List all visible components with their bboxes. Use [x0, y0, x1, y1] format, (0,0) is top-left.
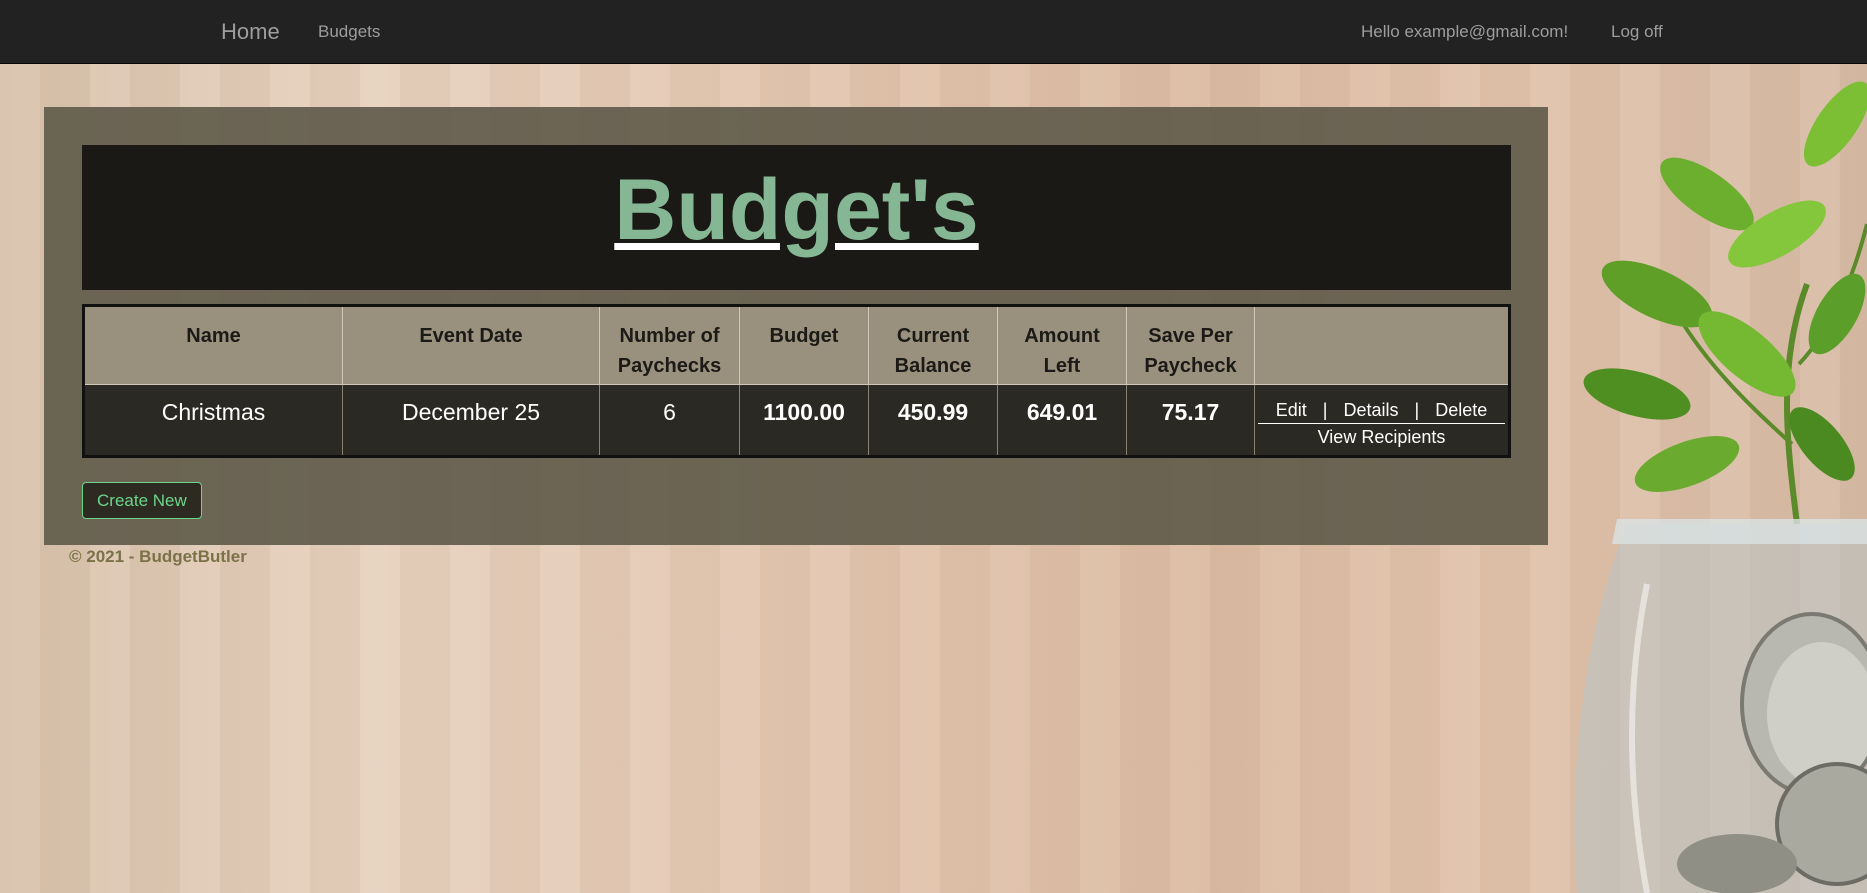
header-budget: Budget: [739, 305, 869, 385]
header-current-balance: Current Balance: [868, 305, 998, 385]
title-banner: Budget's: [82, 145, 1511, 290]
details-link[interactable]: Details: [1327, 400, 1414, 420]
row-actions-group: Edit | Details | Delete: [1257, 400, 1506, 424]
header-name: Name: [83, 305, 343, 385]
header-save-per-paycheck: Save Per Paycheck: [1126, 305, 1255, 385]
table-header-row: Name Event Date Number of Paychecks Budg…: [83, 305, 1510, 385]
nav-user-greeting-link[interactable]: Hello example@gmail.com!: [1361, 22, 1568, 42]
table-row: Christmas December 25 6 1100.00 450.99 6…: [83, 384, 1510, 457]
header-event-date: Event Date: [342, 305, 600, 385]
nav-logoff-link[interactable]: Log off: [1611, 22, 1663, 42]
header-amount-left: Amount Left: [997, 305, 1127, 385]
delete-link[interactable]: Delete: [1419, 400, 1503, 420]
view-recipients-link[interactable]: View Recipients: [1302, 427, 1462, 447]
cell-current-balance: 450.99: [868, 384, 998, 457]
budgets-table: Name Event Date Number of Paychecks Budg…: [82, 304, 1511, 458]
header-actions: [1254, 305, 1510, 385]
edit-link[interactable]: Edit: [1260, 400, 1323, 420]
cell-amount-left: 649.01: [997, 384, 1127, 457]
cell-budget: 1100.00: [739, 384, 869, 457]
footer-copyright: © 2021 - BudgetButler: [69, 547, 247, 566]
cell-save-per-paycheck: 75.17: [1126, 384, 1255, 457]
plant-jar-illustration: [1574, 81, 1867, 893]
cell-event-date: December 25: [342, 384, 600, 457]
nav-home-link[interactable]: Home: [221, 19, 280, 45]
navbar: Home Budgets Hello example@gmail.com! Lo…: [0, 0, 1867, 64]
main-panel: Budget's Name Event Date Number of Paych…: [44, 107, 1548, 545]
nav-budgets-link[interactable]: Budgets: [318, 22, 380, 42]
create-new-button[interactable]: Create New: [82, 482, 202, 519]
cell-actions: Edit | Details | Delete View Recipients: [1254, 384, 1510, 457]
cell-name: Christmas: [83, 384, 343, 457]
header-paychecks: Number of Paychecks: [599, 305, 740, 385]
cell-paychecks: 6: [599, 384, 740, 457]
page-title[interactable]: Budget's: [614, 167, 978, 253]
